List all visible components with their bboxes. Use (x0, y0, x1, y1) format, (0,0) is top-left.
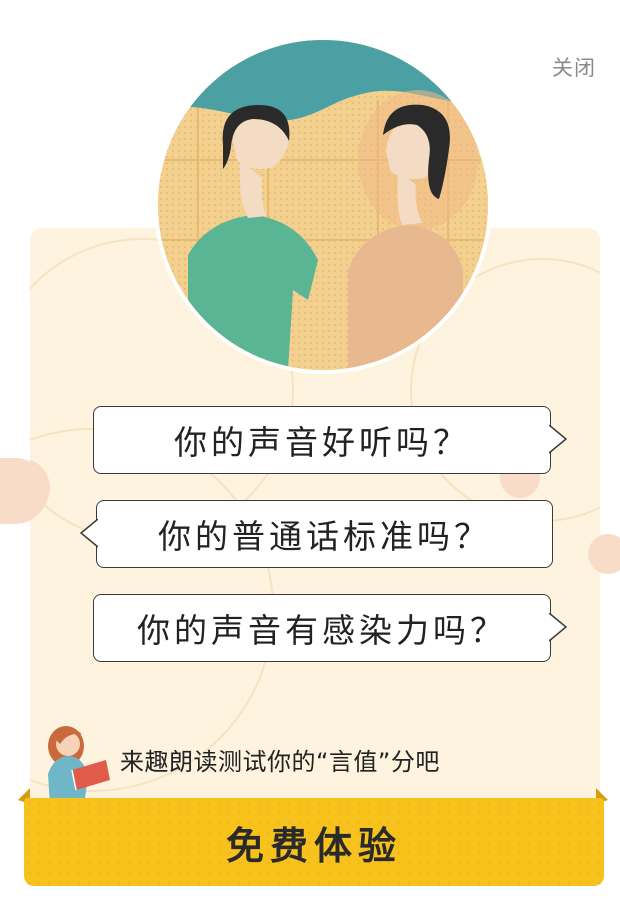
close-button[interactable]: 关闭 (552, 52, 596, 82)
question-bubble-2: 你的普通话标准吗？ (80, 500, 553, 568)
bubble-tail-icon (80, 519, 98, 549)
question-bubble-3: 你的声音有感染力吗？ (93, 594, 567, 662)
cta-wrapper: 免费体验 (18, 788, 608, 892)
two-women-conversation-icon (158, 40, 488, 370)
question-bubble-1: 你的声音好听吗？ (93, 406, 567, 474)
decorative-dot-right (588, 534, 620, 574)
bubble-tail-icon (549, 425, 567, 455)
free-trial-label: 免费体验 (225, 822, 402, 868)
hero-illustration (158, 40, 488, 370)
question-text: 你的声音好听吗？ (174, 423, 470, 462)
bubble-tail-icon (549, 613, 567, 643)
question-text: 你的普通话标准吗？ (158, 517, 491, 556)
question-text: 你的声音有感染力吗？ (137, 611, 507, 650)
free-trial-button[interactable]: 免费体验 (24, 798, 604, 886)
tagline-text: 来趣朗读测试你的“言值”分吧 (120, 748, 440, 776)
